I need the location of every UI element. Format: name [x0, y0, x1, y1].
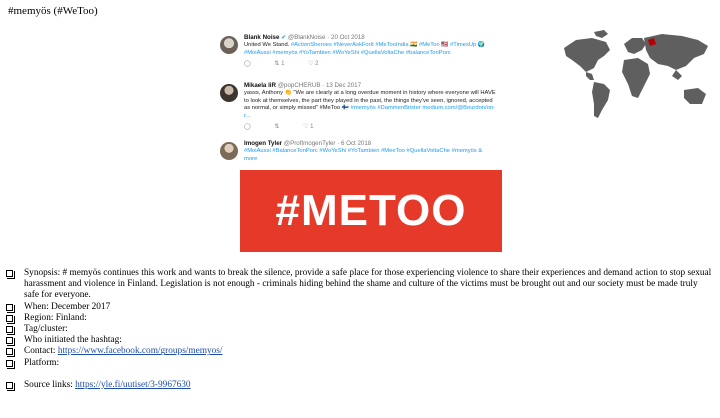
source-link[interactable]: https://yle.fi/uutiset/3-9967630: [75, 380, 190, 390]
checkbox-bullet-icon: [6, 381, 15, 391]
initiator-item: Who initiated the hashtag:: [6, 335, 714, 347]
tweet-mikaela: Mikaela liR @popCHERUB · 13 Dec 2017 yas…: [206, 82, 508, 132]
tag-item: Tag/cluster:: [6, 324, 714, 336]
tweet-author: Imogen Tyler: [244, 140, 283, 147]
checkbox-bullet-icon: [6, 359, 15, 369]
tweet-blank-noise: Blank Noise ✔ @BlankNoise · 20 Oct 2018 …: [206, 34, 508, 69]
tweet-author: Mikaela liR: [244, 82, 276, 89]
checkbox-bullet-icon: [6, 303, 15, 313]
tweet-text: United We Stand. #ActionSheroes #NeverAs…: [244, 42, 486, 56]
contact-item: Contact: https://www.facebook.com/groups…: [6, 346, 714, 358]
avatar: [220, 36, 238, 54]
tweet-text: yasss, Anthony 👏 "We are clearly at a lo…: [244, 90, 496, 119]
verified-icon: ✔: [281, 35, 287, 41]
retweet-icon: ⇅ 1: [274, 61, 285, 68]
info-list: Synopsis: # memyös continues this work a…: [6, 268, 714, 391]
tweet-actions: ◯ ⇅ 1 ♡ 2: [244, 60, 508, 69]
tweet-screenshot: Blank Noise ✔ @BlankNoise · 20 Oct 2018 …: [206, 30, 508, 252]
tweet-handle: @BlankNoise · 20 Oct 2018: [287, 34, 365, 41]
retweet-icon: ⇅: [274, 124, 280, 131]
metoo-banner: #METOO: [240, 170, 502, 252]
checkbox-bullet-icon: [6, 337, 15, 347]
tweet-handle: @popCHERUB · 13 Dec 2017: [277, 82, 362, 89]
world-map-icon: [564, 30, 708, 118]
checkbox-bullet-icon: [6, 348, 15, 358]
heart-icon: ♡ 2: [308, 61, 319, 68]
tweet-actions: ◯ ⇅ ♡ 1: [244, 123, 508, 132]
tweet-hashtags: #MoiAussi #BalanceTonPorc #WoYeShi #YoTa…: [244, 148, 483, 162]
heart-icon: ♡ 1: [303, 124, 314, 131]
source-item: Source links: https://yle.fi/uutiset/3-9…: [6, 380, 714, 391]
tweet-text: #MoiAussi #BalanceTonPorc #WoYeShi #YoTa…: [244, 148, 496, 163]
checkbox-bullet-icon: [6, 270, 15, 279]
reply-icon: ◯: [244, 61, 251, 68]
contact-link[interactable]: https://www.facebook.com/groups/memyos/: [58, 346, 223, 356]
avatar: [220, 84, 238, 102]
platform-item: Platform:: [6, 358, 714, 369]
banner-text: #METOO: [275, 186, 467, 235]
when-item: When: December 2017: [6, 302, 714, 313]
avatar: [220, 142, 238, 160]
reply-icon: ◯: [244, 124, 251, 131]
document-title: #memyös (#WeToo): [8, 5, 98, 17]
checkbox-bullet-icon: [6, 326, 15, 336]
region-item: Region: Finland:: [6, 313, 714, 324]
checkbox-bullet-icon: [6, 314, 15, 324]
tweet-handle: @ProfImogenTyler · 6 Oct 2018: [283, 140, 372, 147]
tweet-author: Blank Noise: [244, 34, 280, 41]
synopsis-item: Synopsis: # memyös continues this work a…: [6, 268, 714, 302]
tweet-imogen-tyler: Imogen Tyler @ProfImogenTyler · 6 Oct 20…: [206, 140, 508, 163]
